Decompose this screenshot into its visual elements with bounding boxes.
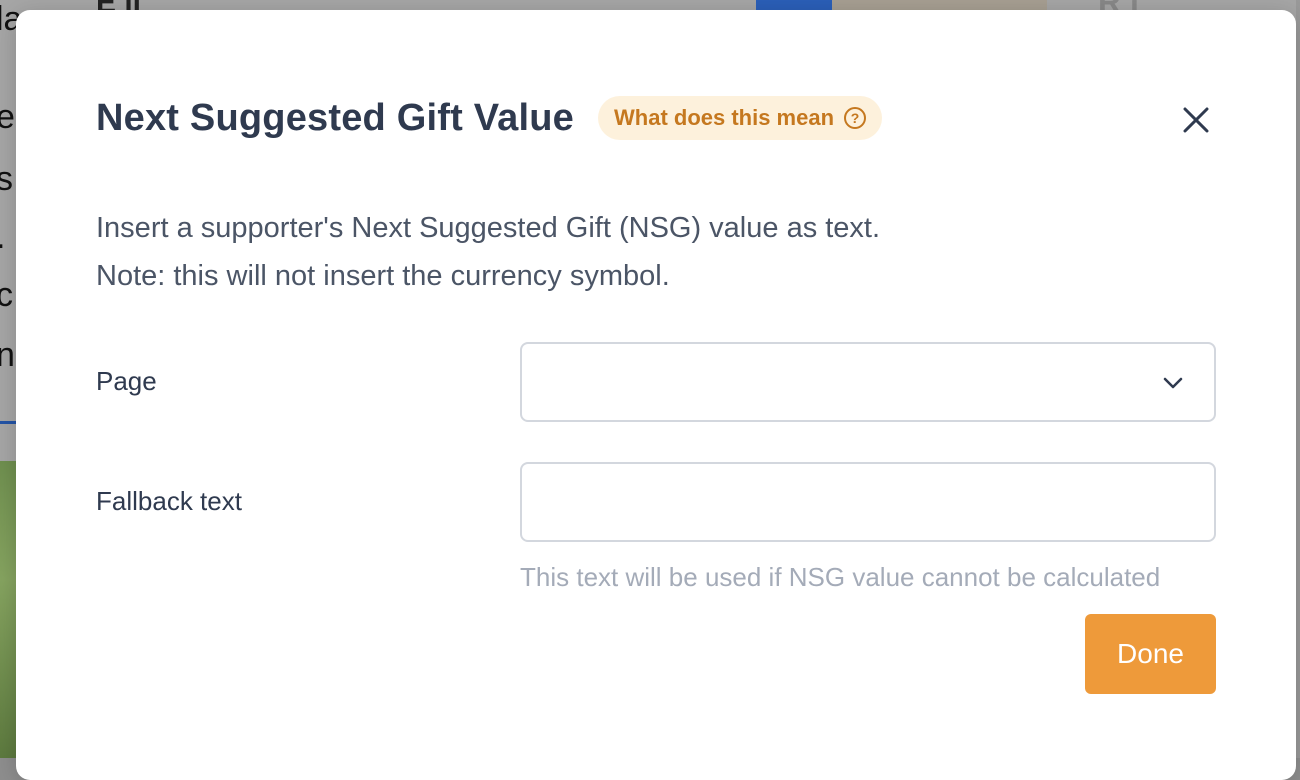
chevron-down-icon bbox=[1163, 377, 1183, 389]
page-field-row: Page bbox=[96, 342, 1216, 422]
page-select[interactable] bbox=[520, 342, 1216, 422]
help-pill-label: What does this mean bbox=[614, 105, 835, 130]
question-circle-icon: ? bbox=[844, 107, 867, 129]
description-line: Insert a supporter's Next Suggested Gift… bbox=[96, 212, 881, 244]
fallback-hint: This text will be used if NSG value cann… bbox=[520, 562, 1161, 592]
close-button[interactable] bbox=[1178, 102, 1214, 138]
page-label: Page bbox=[96, 366, 157, 396]
fallback-label: Fallback text bbox=[96, 486, 242, 516]
close-icon bbox=[1183, 107, 1209, 133]
done-button[interactable]: Done bbox=[1085, 614, 1216, 694]
modal-header: Next Suggested Gift Value What does this… bbox=[96, 96, 883, 140]
what-does-this-mean-button[interactable]: What does this mean ? bbox=[598, 96, 883, 140]
fallback-text-input[interactable] bbox=[520, 462, 1216, 542]
modal-description: Insert a supporter's Next Suggested Gift… bbox=[96, 204, 880, 300]
background-scroll-edge bbox=[1296, 0, 1300, 758]
description-line: Note: this will not insert the currency … bbox=[96, 260, 670, 292]
fallback-field-row: Fallback text bbox=[96, 462, 1216, 542]
modal-title: Next Suggested Gift Value bbox=[96, 96, 574, 139]
nsg-modal: Next Suggested Gift Value What does this… bbox=[16, 10, 1296, 780]
